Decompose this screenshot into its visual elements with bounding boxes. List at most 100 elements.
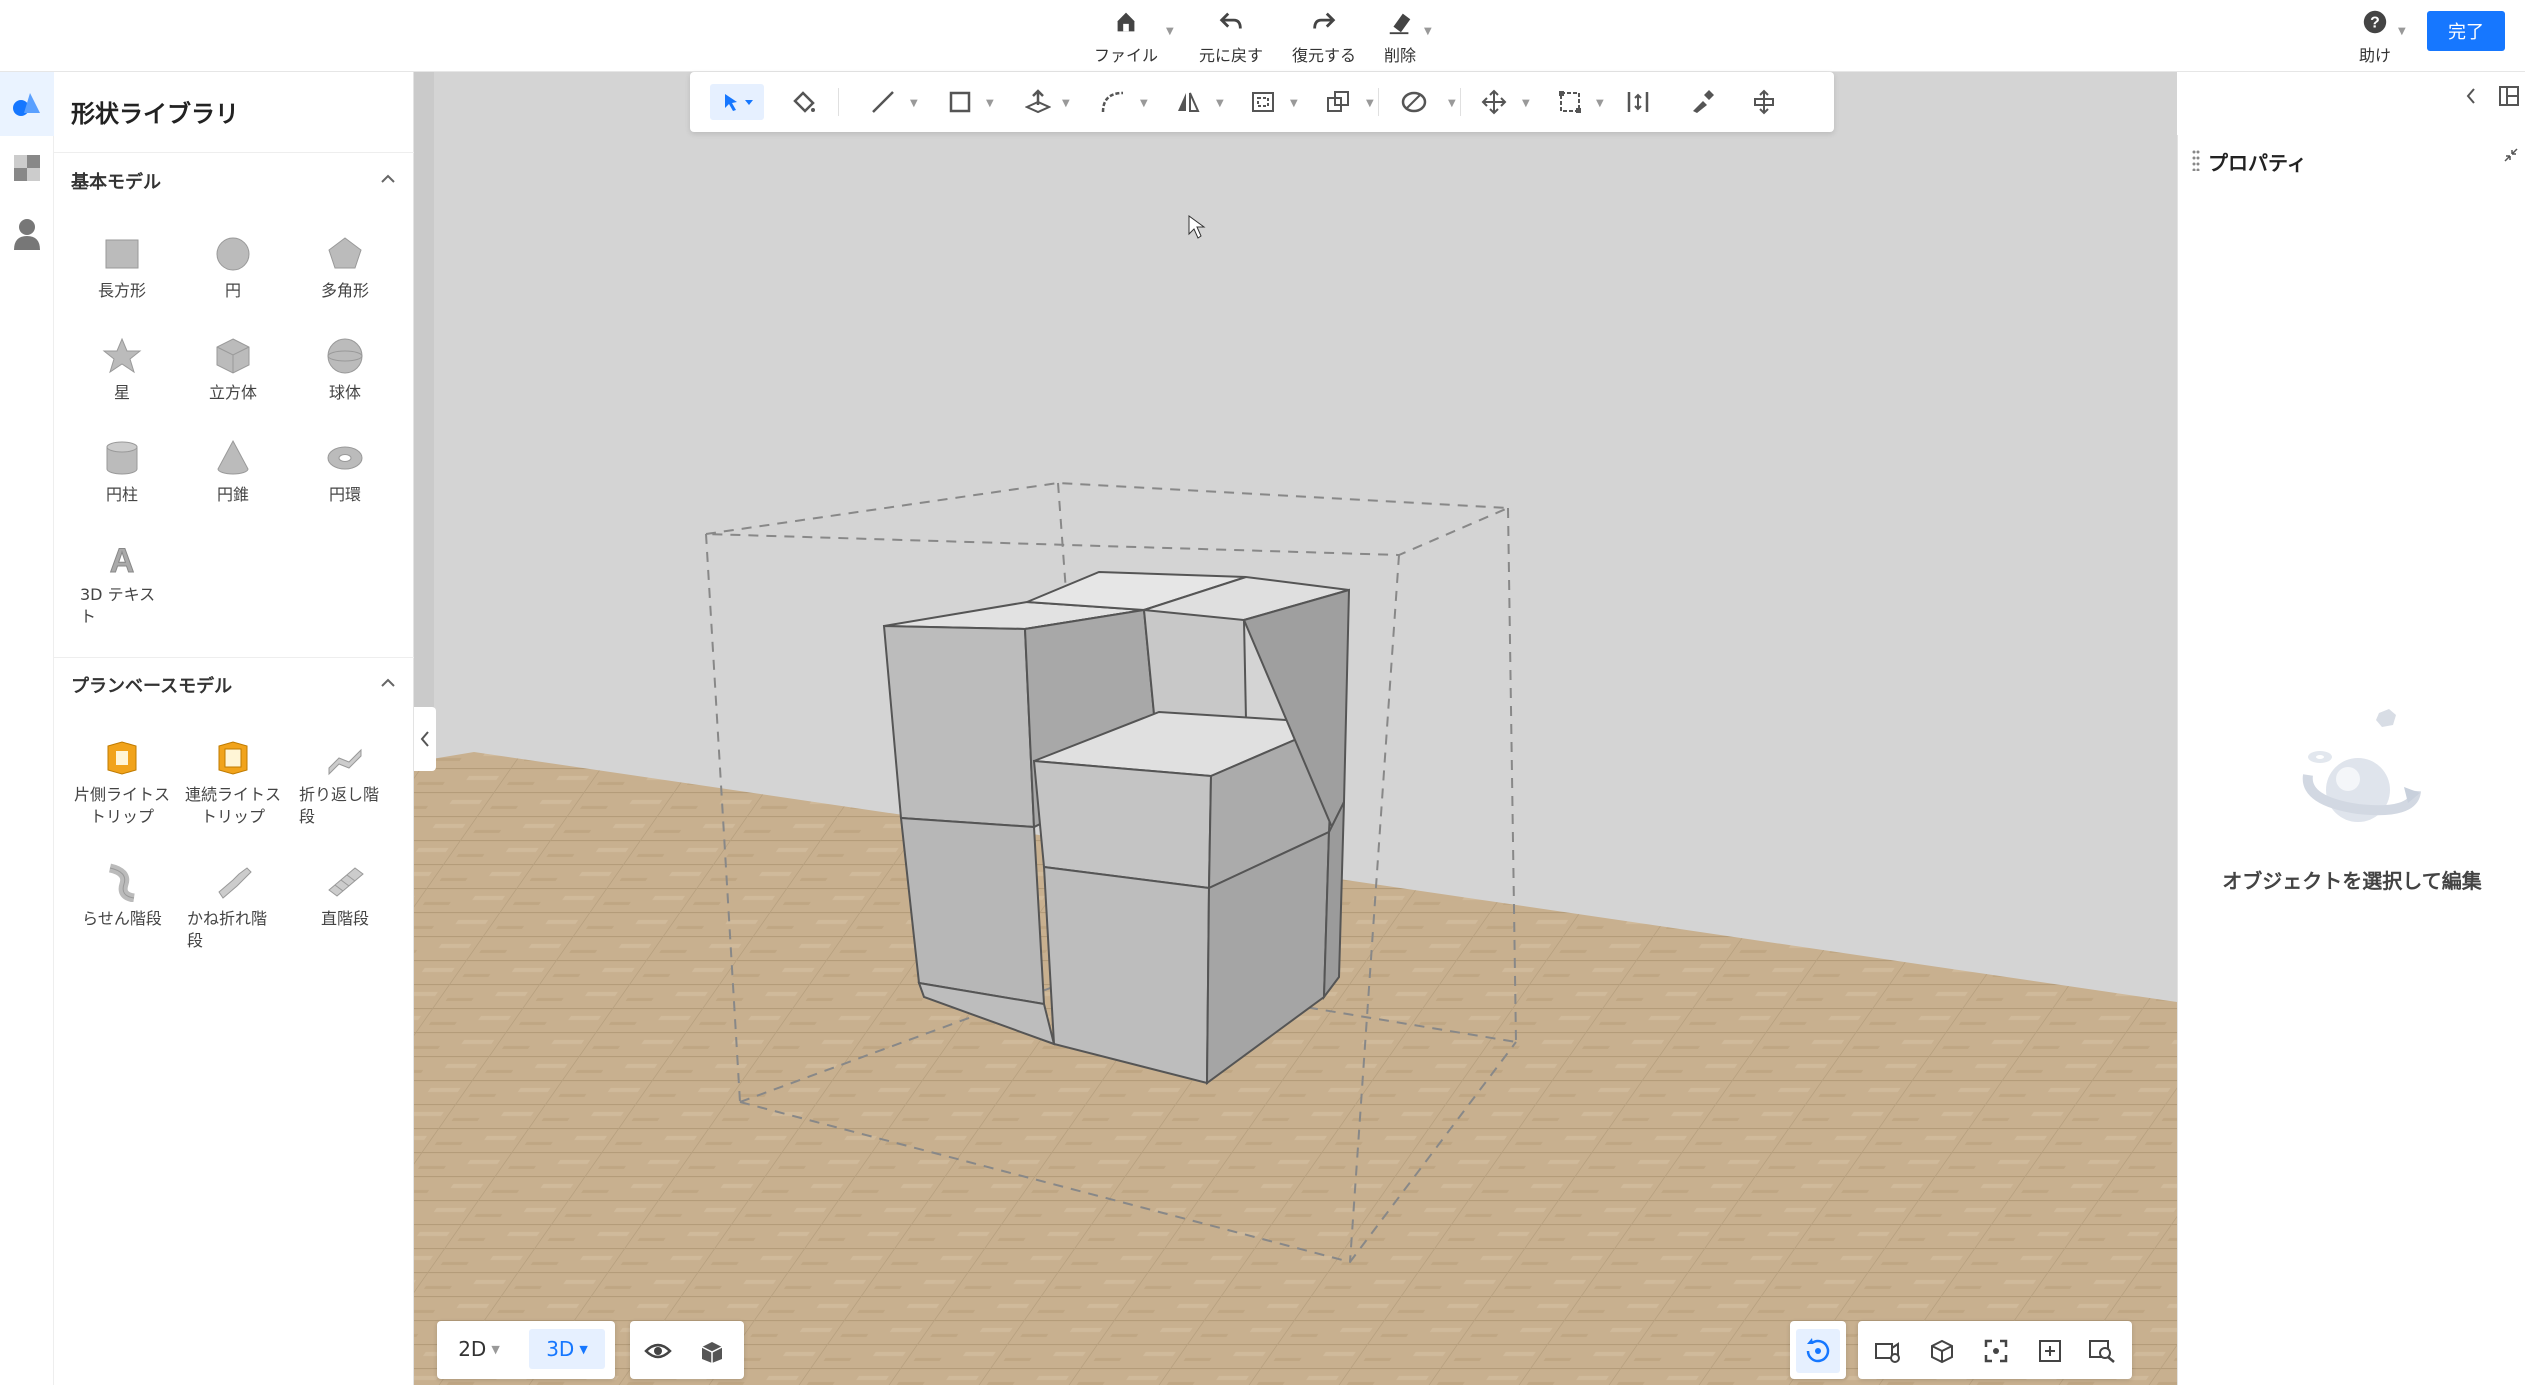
select-tool[interactable] — [710, 84, 764, 120]
library-title: 形状ライブラリ — [71, 100, 239, 128]
orbit-button[interactable] — [1796, 1329, 1840, 1373]
caret-icon[interactable]: ▼ — [1140, 98, 1148, 109]
tile-cylinder[interactable]: 円柱 — [67, 438, 177, 506]
file-label: ファイル — [1093, 46, 1158, 65]
view-3d-button[interactable]: 3D ▼ — [529, 1329, 605, 1369]
collapse-properties-button[interactable] — [2453, 78, 2489, 114]
view-2d-button[interactable]: 2D ▼ — [447, 1329, 511, 1369]
tile-3d-text[interactable]: A 3D テキスト — [67, 538, 177, 628]
tile-label: 折り返し階段 — [299, 785, 380, 826]
tile-polygon[interactable]: 多角形 — [290, 234, 400, 302]
drag-handle-icon[interactable] — [2192, 149, 2200, 171]
caret-icon: ▼ — [579, 1342, 588, 1356]
undo-button[interactable]: 元に戻す — [1195, 6, 1267, 66]
line-tool[interactable] — [865, 84, 901, 120]
camera-settings-button[interactable] — [1866, 1329, 1910, 1373]
tile-straight-stairs[interactable]: 直階段 — [290, 862, 400, 930]
layout-toggle-button[interactable] — [2492, 78, 2525, 114]
tile-torus[interactable]: 円環 — [290, 438, 400, 506]
empty-selection-hint: オブジェクトを選択して編集 — [2222, 869, 2482, 893]
torus-icon — [327, 446, 363, 470]
file-caret-icon[interactable]: ▼ — [1166, 26, 1174, 37]
chevron-up-icon[interactable] — [381, 172, 395, 186]
tile-l-stairs[interactable]: かね折れ階段 — [178, 862, 288, 952]
paint-tool[interactable] — [786, 84, 822, 120]
push-pull-tool[interactable] — [1020, 84, 1056, 120]
mirror-tool[interactable] — [1170, 84, 1206, 120]
caret-icon[interactable]: ▼ — [986, 98, 994, 109]
caret-icon[interactable]: ▼ — [1522, 98, 1530, 109]
redo-icon — [1313, 12, 1336, 29]
visibility-button[interactable] — [636, 1329, 680, 1373]
chevron-up-icon[interactable] — [381, 676, 395, 690]
tile-cube[interactable]: 立方体 — [178, 336, 288, 404]
cube-model[interactable] — [882, 570, 1351, 1085]
basic-models-header[interactable]: 基本モデル — [71, 168, 161, 194]
tile-spiral-stairs[interactable]: らせん階段 — [67, 862, 177, 930]
plane-move-tool[interactable] — [1746, 84, 1782, 120]
zoom-window-button[interactable] — [2080, 1329, 2124, 1373]
tile-continuous-light-strip[interactable]: 連続ライトストリップ — [178, 738, 288, 828]
cube-outline-icon — [1931, 1339, 1953, 1364]
text-3d-icon: A — [109, 542, 135, 579]
eyedropper-tool[interactable] — [1684, 84, 1720, 120]
eraser-icon — [1389, 13, 1411, 35]
caret-icon[interactable]: ▼ — [1216, 98, 1224, 109]
boolean-tool[interactable] — [1320, 84, 1356, 120]
help-button[interactable]: ? 助け — [2350, 6, 2400, 66]
done-button[interactable]: 完了 — [2427, 11, 2505, 51]
tile-switchback-stairs[interactable]: 折り返し階段 — [290, 738, 400, 828]
perspective-button[interactable] — [1920, 1329, 1964, 1373]
follow-path-tool[interactable] — [1095, 84, 1131, 120]
rail-user-tab[interactable] — [0, 202, 54, 266]
left-wall — [414, 72, 434, 772]
user-icon — [14, 219, 40, 250]
tile-rectangle[interactable]: 長方形 — [67, 234, 177, 302]
3d-viewport[interactable] — [414, 72, 2177, 1385]
zoom-window-icon — [2089, 1340, 2115, 1363]
rail-materials-tab[interactable] — [0, 136, 54, 200]
tile-single-light-strip[interactable]: 片側ライトストリップ — [67, 738, 177, 828]
rectangle-tool[interactable] — [942, 84, 978, 120]
align-tool[interactable] — [1620, 84, 1656, 120]
rail-shapes-tab[interactable] — [0, 72, 54, 136]
zoom-extents-button[interactable] — [2028, 1329, 2072, 1373]
material-brush-icon — [1401, 91, 1427, 113]
view-mode-switch: 2D ▼ 3D ▼ — [437, 1321, 615, 1379]
caret-icon[interactable]: ▼ — [1596, 98, 1604, 109]
spiral-stairs-icon — [108, 863, 135, 902]
delete-caret-icon[interactable]: ▼ — [1424, 26, 1432, 37]
eye-icon — [644, 1343, 672, 1359]
shape-library-panel: 形状ライブラリ 基本モデル 長方形 円 多角形 星 立方体 球体 円柱 円錐 円… — [54, 72, 414, 1385]
delete-button[interactable]: 削除 — [1370, 6, 1430, 66]
file-button[interactable]: ファイル — [1090, 6, 1162, 66]
paint-bucket-icon — [793, 91, 815, 113]
shapes-icon — [13, 93, 40, 116]
tile-star[interactable]: 星 — [67, 336, 177, 404]
move-tool[interactable] — [1476, 84, 1512, 120]
properties-panel: プロパティ オブジェクトを選択して編集 — [2177, 135, 2525, 1385]
display-options — [630, 1321, 744, 1379]
caret-icon[interactable]: ▼ — [1448, 98, 1456, 109]
view-cube-button[interactable] — [690, 1329, 734, 1373]
collapse-panel-icon[interactable] — [2503, 147, 2519, 163]
plan-models-header[interactable]: プランベースモデル — [71, 672, 232, 698]
caret-icon[interactable]: ▼ — [910, 98, 918, 109]
collapse-library-button[interactable] — [414, 707, 436, 771]
tile-sphere[interactable]: 球体 — [290, 336, 400, 404]
tile-label: 立方体 — [208, 383, 257, 402]
caret-icon[interactable]: ▼ — [1366, 98, 1374, 109]
scale-tool[interactable] — [1552, 84, 1588, 120]
offset-tool[interactable] — [1245, 84, 1281, 120]
tile-circle[interactable]: 円 — [178, 234, 288, 302]
scene-canvas[interactable] — [414, 72, 2177, 1385]
cylinder-icon — [106, 441, 138, 475]
caret-icon[interactable]: ▼ — [1062, 98, 1070, 109]
help-caret-icon[interactable]: ▼ — [2398, 26, 2406, 37]
tile-cone[interactable]: 円錐 — [178, 438, 288, 506]
tile-label: 球体 — [328, 383, 361, 402]
caret-icon[interactable]: ▼ — [1290, 98, 1298, 109]
focus-button[interactable] — [1974, 1329, 2018, 1373]
material-brush-tool[interactable] — [1396, 84, 1432, 120]
redo-button[interactable]: 復元する — [1288, 6, 1360, 66]
